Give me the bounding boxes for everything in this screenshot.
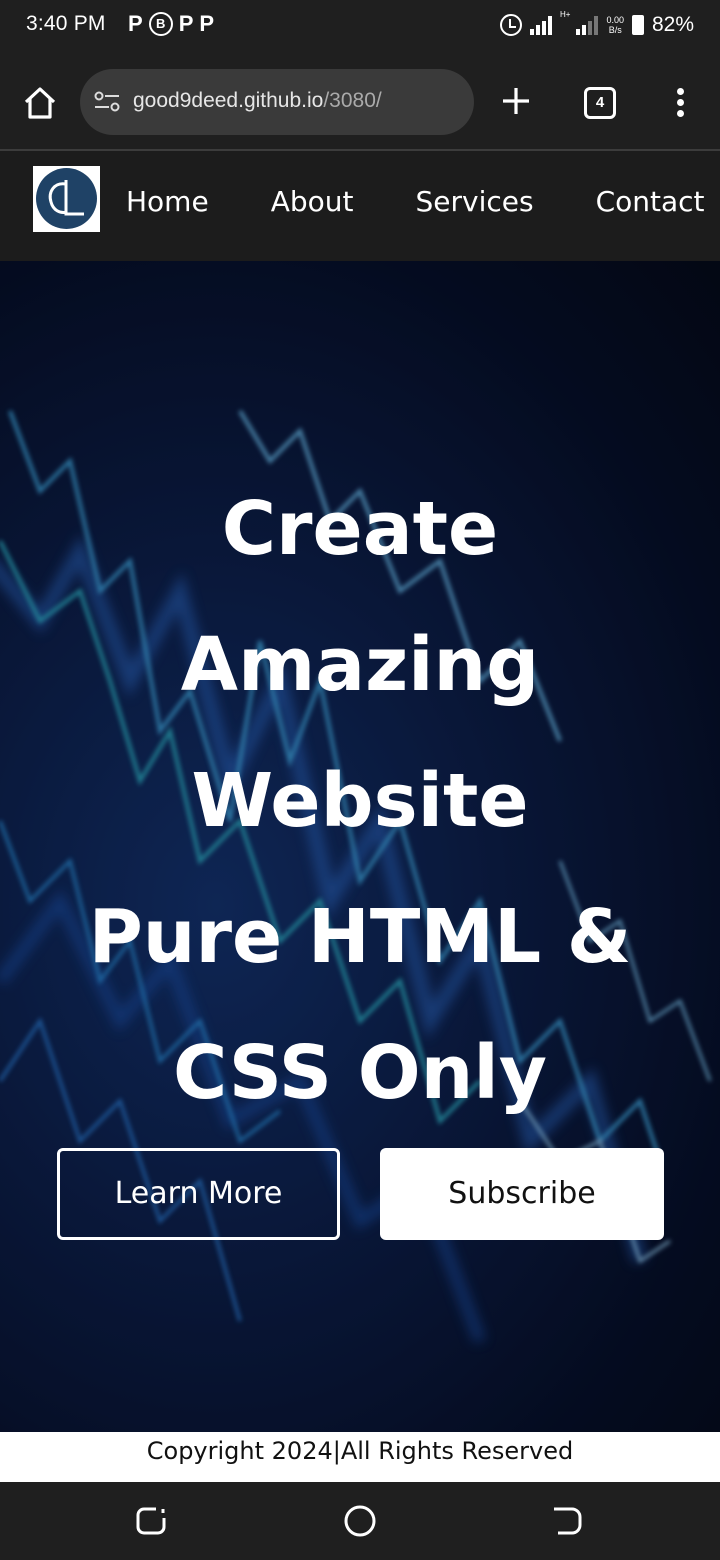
site-footer: Copyright 2024|All Rights Reserved	[0, 1432, 720, 1482]
recent-apps-icon[interactable]	[134, 1504, 168, 1538]
learn-more-button[interactable]: Learn More	[57, 1148, 340, 1240]
nav-services[interactable]: Services	[415, 185, 533, 218]
nav-contact[interactable]: Contact	[596, 185, 705, 218]
nav-home[interactable]: Home	[126, 185, 209, 218]
signal-icon	[529, 15, 552, 35]
status-indicators: H+ 0.00 B/s 82%	[499, 10, 694, 40]
address-bar[interactable]: good9deed.github.io/3080/	[80, 69, 474, 135]
new-tab-icon[interactable]	[500, 85, 532, 117]
alarm-icon	[499, 14, 522, 36]
network-speed: 0.00 B/s	[606, 15, 624, 35]
battery-icon	[631, 15, 644, 35]
copyright-text: Copyright 2024|All Rights Reserved	[146, 1437, 574, 1465]
nav-links: Home About Services Contact	[126, 185, 720, 218]
hero-title: Create Amazing Website Pure HTML & CSS O…	[0, 461, 720, 1141]
hero-title-line: CSS Only	[173, 1030, 547, 1116]
hero-title-line: Amazing	[180, 622, 540, 708]
status-bar: 3:40 PM P B P P H+ 0.00 B/s 82%	[0, 0, 720, 52]
site-logo[interactable]	[33, 166, 100, 232]
home-icon[interactable]	[22, 86, 58, 120]
system-nav-bar	[0, 1482, 720, 1560]
site-navbar: Home About Services Contact	[0, 151, 720, 261]
notification-icons: P B P P	[128, 10, 214, 38]
status-time: 3:40 PM	[26, 12, 106, 35]
site-settings-icon[interactable]	[94, 91, 120, 113]
logo-circle	[36, 168, 97, 229]
notification-b-icon: B	[148, 12, 173, 36]
hero-title-line: Create	[221, 486, 499, 572]
notification-p-icon: P	[128, 11, 143, 36]
hero-title-line: Pure HTML &	[88, 894, 632, 980]
url-text[interactable]: good9deed.github.io/3080/	[133, 89, 382, 113]
back-icon[interactable]	[550, 1504, 584, 1538]
more-menu-icon[interactable]	[670, 88, 690, 120]
subscribe-button[interactable]: Subscribe	[380, 1148, 664, 1240]
browser-toolbar: good9deed.github.io/3080/ 4	[0, 52, 720, 150]
notification-p-icon: P	[199, 11, 215, 36]
nav-about[interactable]: About	[271, 185, 354, 218]
logo-cl-icon	[48, 180, 84, 216]
hero-section: Create Amazing Website Pure HTML & CSS O…	[0, 261, 720, 1432]
network-type: H+	[559, 10, 571, 19]
tab-switcher-button[interactable]: 4	[584, 87, 616, 119]
battery-percent: 82%	[651, 13, 694, 36]
signal-icon	[576, 15, 599, 35]
hero-title-line: Website	[191, 758, 529, 844]
notification-p-icon: P	[178, 11, 194, 36]
home-nav-icon[interactable]	[343, 1504, 377, 1538]
